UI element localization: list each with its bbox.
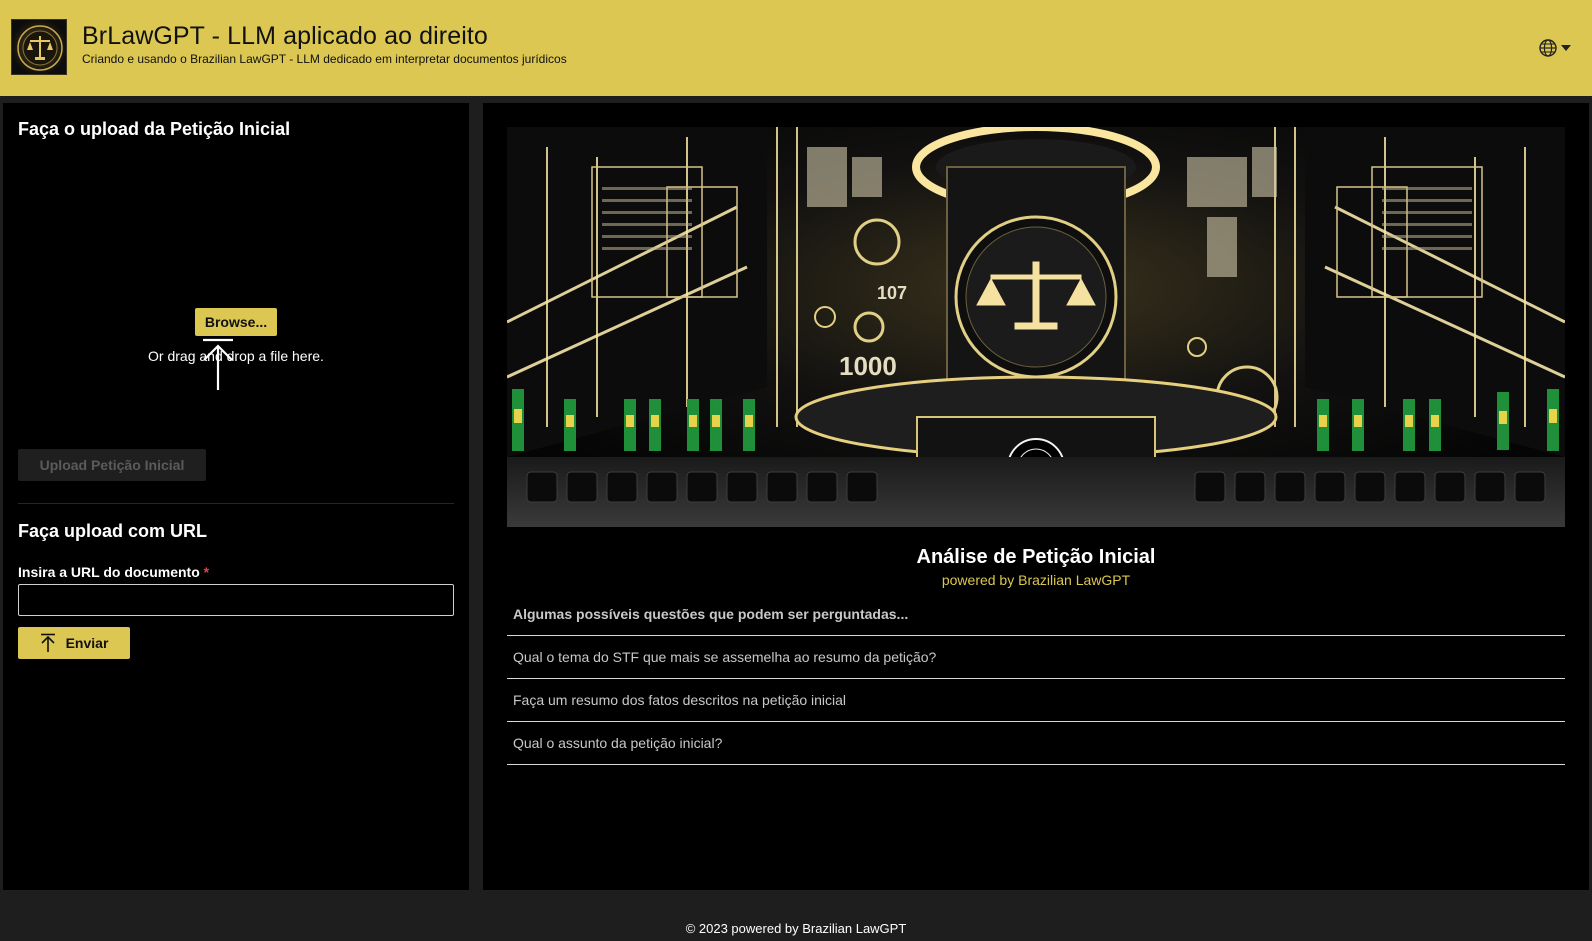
app-title: BrLawGPT - LLM aplicado ao direito bbox=[82, 22, 488, 50]
courtroom-image: 1000 107 bbox=[507, 127, 1565, 527]
upload-panel: Faça o upload da Petição Inicial Browse.… bbox=[3, 103, 469, 890]
question-item[interactable]: Faça um resumo dos fatos descritos na pe… bbox=[507, 679, 1565, 722]
logo bbox=[11, 19, 67, 75]
questions-header: Algumas possíveis questões que podem ser… bbox=[507, 593, 1565, 636]
section-divider bbox=[18, 503, 454, 504]
send-label: Enviar bbox=[65, 635, 109, 651]
question-item[interactable]: Qual o assunto da petição inicial? bbox=[507, 722, 1565, 765]
send-button[interactable]: Enviar bbox=[18, 627, 130, 659]
browse-button[interactable]: Browse... bbox=[195, 308, 277, 336]
page-footer: © 2023 powered by Brazilian LawGPT bbox=[685, 921, 907, 936]
url-field-label: Insira a URL do documento * bbox=[18, 564, 209, 580]
required-marker: * bbox=[203, 564, 210, 580]
url-label-text: Insira a URL do documento bbox=[18, 564, 200, 580]
powered-by-text: powered by Brazilian LawGPT bbox=[941, 572, 1131, 588]
app-subtitle: Criando e usando o Brazilian LawGPT - LL… bbox=[82, 52, 567, 66]
chevron-down-icon bbox=[1561, 45, 1571, 51]
app-header: BrLawGPT - LLM aplicado ao direito Crian… bbox=[0, 0, 1592, 96]
svg-text:1000: 1000 bbox=[839, 351, 897, 381]
url-input[interactable] bbox=[18, 584, 454, 616]
url-upload-title: Faça upload com URL bbox=[18, 521, 208, 541]
drag-drop-text: Or drag and drop a file here. bbox=[148, 348, 324, 364]
courtroom-illustration: 1000 107 bbox=[507, 127, 1565, 527]
analysis-panel: 1000 107 Análise de Petição Inicial powe… bbox=[483, 103, 1589, 890]
analysis-title: Análise de Petição Inicial bbox=[916, 546, 1156, 568]
upload-petition-button[interactable]: Upload Petição Inicial bbox=[18, 449, 206, 481]
upload-title: Faça o upload da Petição Inicial bbox=[18, 119, 291, 139]
language-menu-button[interactable] bbox=[1538, 37, 1578, 59]
upload-arrow-icon bbox=[203, 338, 233, 390]
globe-icon bbox=[1539, 39, 1557, 57]
upload-icon bbox=[40, 633, 55, 652]
question-item[interactable]: Qual o tema do STF que mais se assemelha… bbox=[507, 636, 1565, 679]
svg-text:107: 107 bbox=[877, 283, 907, 303]
suggested-questions: Algumas possíveis questões que podem ser… bbox=[507, 593, 1565, 765]
scales-of-justice-icon bbox=[17, 25, 63, 71]
